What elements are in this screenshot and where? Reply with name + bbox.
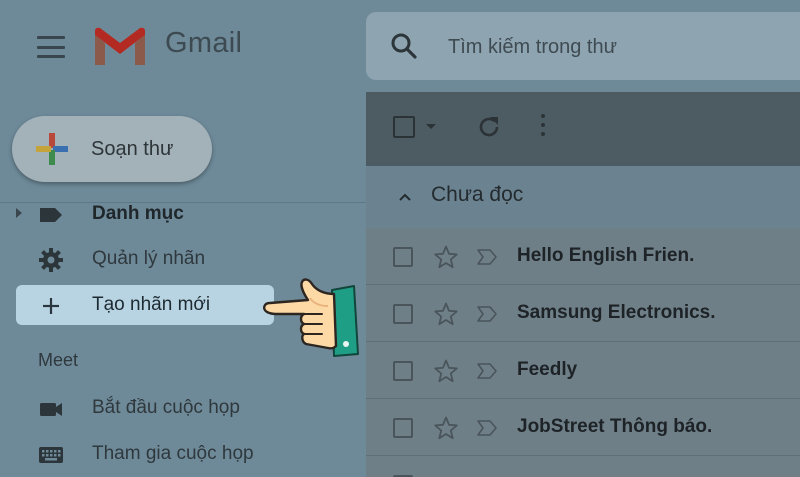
dot bbox=[541, 114, 545, 118]
email-list: Hello English Frien. Samsung Electronics… bbox=[366, 228, 800, 477]
dot bbox=[541, 123, 545, 127]
importance-marker-icon[interactable] bbox=[476, 419, 498, 437]
label-icon bbox=[40, 208, 62, 222]
dot bbox=[541, 132, 545, 136]
main-menu-button[interactable] bbox=[34, 34, 68, 60]
sidebar-item-create-label[interactable]: Tạo nhãn mới bbox=[16, 285, 274, 325]
refresh-icon[interactable] bbox=[476, 114, 502, 140]
search-input[interactable] bbox=[448, 32, 788, 62]
gmail-logo-icon[interactable] bbox=[92, 25, 148, 67]
sidebar-item-manage-labels[interactable]: Quản lý nhãn bbox=[16, 239, 274, 279]
select-dropdown-arrow-icon[interactable] bbox=[426, 124, 436, 129]
email-row[interactable]: Feedly bbox=[366, 342, 800, 399]
meet-section-title: Meet bbox=[38, 350, 79, 370]
email-row[interactable]: Hello English Frien. bbox=[366, 228, 800, 285]
star-icon[interactable] bbox=[433, 415, 459, 441]
email-checkbox[interactable] bbox=[393, 361, 413, 381]
star-icon[interactable] bbox=[433, 358, 459, 384]
compose-button[interactable]: Soạn thư bbox=[12, 116, 212, 182]
importance-marker-icon[interactable] bbox=[476, 305, 498, 323]
gmail-app: Gmail Soạn thư Danh m bbox=[0, 0, 800, 477]
star-icon[interactable] bbox=[433, 301, 459, 327]
video-camera-icon bbox=[40, 403, 62, 416]
sidebar-item-label: Danh mục bbox=[92, 203, 184, 224]
expand-arrow-icon[interactable] bbox=[16, 208, 22, 218]
hamburger-line bbox=[37, 36, 65, 39]
plus-icon bbox=[43, 298, 59, 314]
hamburger-line bbox=[37, 45, 65, 49]
header: Gmail bbox=[0, 0, 800, 92]
sidebar-item-join-meeting[interactable]: Tham gia cuộc họp bbox=[16, 434, 274, 474]
unread-section-header[interactable]: Chưa đọc bbox=[366, 166, 800, 228]
email-sender: Hello English Frien. bbox=[517, 245, 695, 266]
pointing-hand-icon bbox=[262, 278, 359, 357]
sidebar-item-label: Bắt đầu cuộc họp bbox=[92, 397, 240, 418]
star-icon[interactable] bbox=[433, 244, 459, 270]
gear-icon bbox=[39, 248, 63, 272]
sidebar-item-start-meeting[interactable]: Bắt đầu cuộc họp bbox=[16, 388, 274, 428]
importance-marker-icon[interactable] bbox=[476, 248, 498, 266]
email-checkbox[interactable] bbox=[393, 304, 413, 324]
toolbar bbox=[366, 92, 800, 162]
sidebar-item-label: Tạo nhãn mới bbox=[92, 294, 211, 315]
importance-marker-icon[interactable] bbox=[476, 362, 498, 380]
email-sender: Feedly bbox=[517, 359, 578, 380]
email-row[interactable]: JobStreet Thông báo. bbox=[366, 399, 800, 456]
email-checkbox[interactable] bbox=[393, 418, 413, 438]
more-options-icon[interactable] bbox=[538, 114, 548, 142]
search-icon[interactable] bbox=[390, 32, 418, 60]
keyboard-icon bbox=[39, 447, 63, 463]
email-checkbox[interactable] bbox=[393, 247, 413, 267]
chevron-up-icon[interactable] bbox=[398, 190, 412, 204]
email-sender: Samsung Electronics. bbox=[517, 302, 716, 323]
unread-section-title: Chưa đọc bbox=[431, 183, 524, 206]
email-row[interactable] bbox=[366, 456, 800, 477]
search-bar[interactable] bbox=[366, 12, 800, 80]
email-row[interactable]: Samsung Electronics. bbox=[366, 285, 800, 342]
app-name: Gmail bbox=[165, 27, 243, 59]
sidebar-item-label: Tham gia cuộc họp bbox=[92, 443, 254, 464]
sidebar-item-categories[interactable]: Danh mục bbox=[16, 194, 274, 234]
colored-plus-icon bbox=[36, 133, 68, 165]
mail-list-panel: Chưa đọc Hello English Frien. Samsung El… bbox=[366, 92, 800, 477]
email-sender: JobStreet Thông báo. bbox=[517, 416, 713, 437]
compose-label: Soạn thư bbox=[91, 138, 174, 160]
select-all-checkbox[interactable] bbox=[393, 116, 415, 138]
hamburger-line bbox=[37, 55, 65, 58]
sidebar-item-label: Quản lý nhãn bbox=[92, 248, 206, 269]
